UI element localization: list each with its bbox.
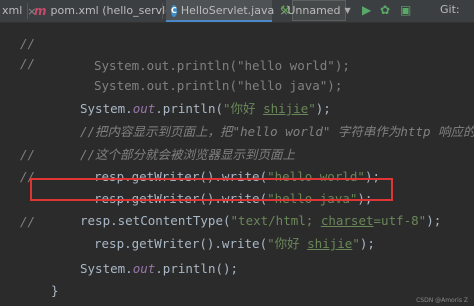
code-line: System.out.println("你好 shijie"); xyxy=(0,54,474,116)
code-line: // resp.getWriter().write("hello java"); xyxy=(0,144,474,206)
code-line: // System.out.println("hello world"); xyxy=(0,11,474,73)
code-text: System.out.println(); xyxy=(80,261,239,276)
watermark: CSDN @Amoris Z xyxy=(416,297,468,304)
code-line: // resp.getWriter().write("hello world")… xyxy=(0,122,474,184)
code-line: } xyxy=(0,236,474,298)
code-line: //这个部分就会被浏览器显示到页面上 xyxy=(0,100,474,162)
code-text: } xyxy=(51,283,59,298)
code-line: // System.out.println("hello java"); xyxy=(0,31,474,93)
ide-window: xml × m pom.xml (hello_servlet) × C Hell… xyxy=(0,0,474,306)
code-editor[interactable]: // System.out.println("hello world"); //… xyxy=(0,23,474,306)
code-line: System.out.println(); xyxy=(0,214,474,276)
code-line: //把内容显示到页面上，把"hello world" 字符串作为http 响应的… xyxy=(0,77,474,139)
red-highlight-box xyxy=(30,178,393,201)
